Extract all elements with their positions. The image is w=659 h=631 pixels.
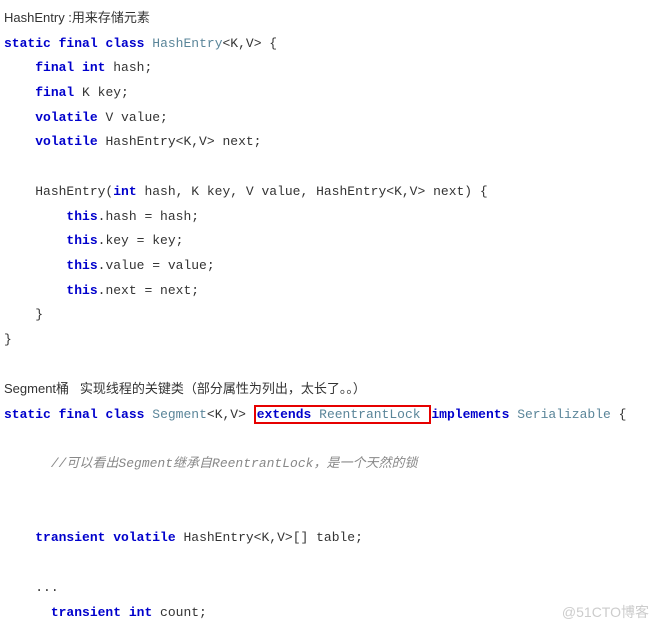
kw-int: int — [129, 605, 152, 620]
kw-static: static — [4, 36, 51, 51]
intro-segment: Segment桶 实现线程的关键类（部分属性为列出，太长了。。） — [4, 381, 366, 396]
field-next: HashEntry<K,V> next; — [98, 134, 262, 149]
kw-implements: implements — [431, 407, 509, 422]
kw-volatile: volatile — [113, 530, 175, 545]
field-key: K key; — [74, 85, 129, 100]
kw-this: this — [66, 209, 97, 224]
ctor-args: hash, K key, V value, HashEntry<K,V> nex… — [137, 184, 488, 199]
field-table: HashEntry<K,V>[] table; — [176, 530, 363, 545]
assign-key: .key = key; — [98, 233, 184, 248]
ellipsis: ... — [35, 580, 58, 595]
kw-volatile: volatile — [35, 110, 97, 125]
close-brace: } — [35, 307, 43, 322]
comment-text: //可以看出Segment继承自ReentrantLock，是一个天然的锁 — [51, 456, 418, 471]
class-hashentry: HashEntry — [152, 36, 222, 51]
kw-class: class — [105, 407, 144, 422]
kw-final: final — [35, 60, 74, 75]
kw-int: int — [113, 184, 136, 199]
iface-serializable: Serializable — [517, 407, 611, 422]
close-brace: } — [4, 332, 12, 347]
kw-final: final — [59, 36, 98, 51]
class-reentrantlock: ReentrantLock — [319, 407, 420, 422]
class-segment: Segment — [152, 407, 207, 422]
generic: <K,V> { — [223, 36, 278, 51]
kw-this: this — [66, 258, 97, 273]
kw-final: final — [35, 85, 74, 100]
kw-extends: extends — [257, 407, 312, 422]
intro-hashentry: HashEntry :用来存储元素 — [4, 10, 150, 25]
ctor-name: HashEntry( — [35, 184, 113, 199]
kw-transient: transient — [51, 605, 121, 620]
assign-value: .value = value; — [98, 258, 215, 273]
watermark: @51CTO博客 — [562, 599, 649, 626]
kw-this: this — [66, 283, 97, 298]
assign-next: .next = next; — [98, 283, 199, 298]
field-hash: hash; — [105, 60, 152, 75]
open-brace: { — [611, 407, 627, 422]
assign-hash: .hash = hash; — [98, 209, 199, 224]
kw-final: final — [59, 407, 98, 422]
highlight-box: extends ReentrantLock — [254, 405, 432, 424]
field-count: count; — [152, 605, 207, 620]
kw-class: class — [105, 36, 144, 51]
kw-this: this — [66, 233, 97, 248]
kw-int: int — [82, 60, 105, 75]
code-block: HashEntry :用来存储元素 static final class Has… — [4, 6, 655, 625]
kw-transient: transient — [35, 530, 105, 545]
kw-static: static — [4, 407, 51, 422]
field-value: V value; — [98, 110, 168, 125]
kw-volatile: volatile — [35, 134, 97, 149]
generic: <K,V> — [207, 407, 246, 422]
